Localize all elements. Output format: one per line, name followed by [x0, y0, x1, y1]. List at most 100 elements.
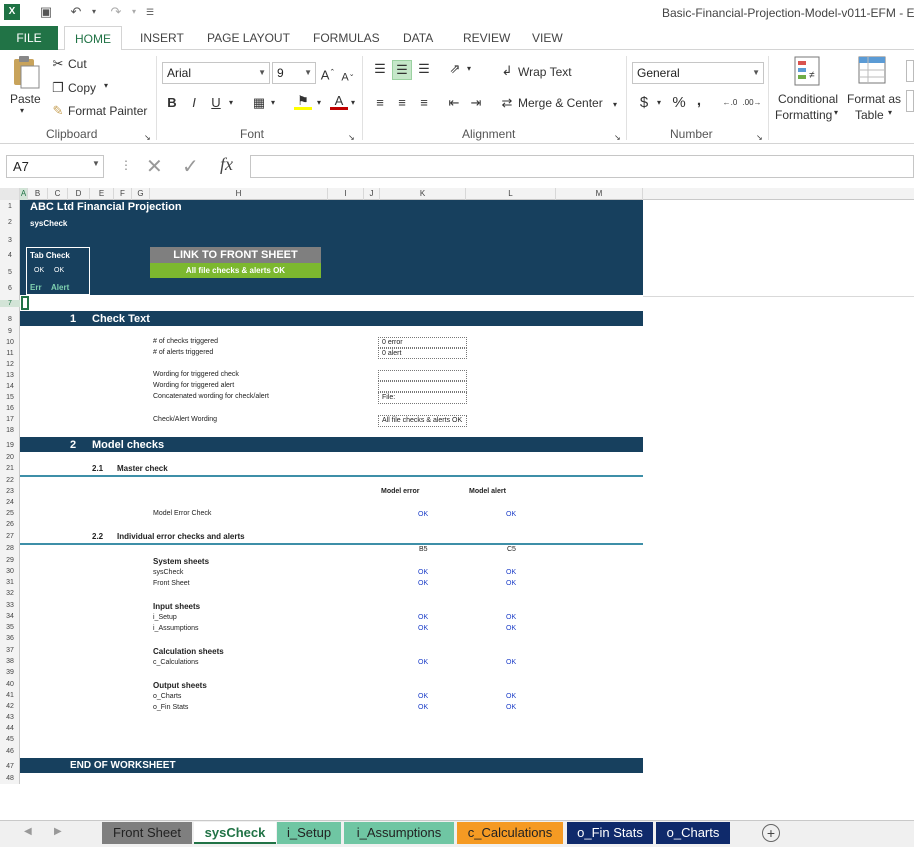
row-header[interactable]: 12 [0, 361, 20, 368]
font-launcher-icon[interactable]: ↘ [348, 129, 355, 147]
row-header[interactable]: 37 [0, 647, 20, 654]
select-all-corner[interactable] [0, 188, 20, 200]
column-header-f[interactable]: F [114, 188, 132, 200]
column-header-j[interactable]: J [364, 188, 380, 200]
name-box-dropdown-icon[interactable]: ▼ [92, 159, 100, 168]
format-table-dropdown-icon[interactable]: ▾ [888, 108, 892, 117]
increase-font-icon[interactable]: A⌃ [320, 64, 336, 84]
tab-formulas[interactable]: FORMULAS [303, 26, 390, 50]
top-align-icon[interactable]: ☰ [370, 60, 390, 78]
column-header-h[interactable]: H [150, 188, 328, 200]
row-header[interactable]: 41 [0, 692, 20, 699]
cell-styles-gallery-2[interactable] [906, 90, 914, 112]
undo-icon[interactable]: ↶ [68, 4, 84, 20]
insert-function-icon[interactable]: fx [220, 154, 233, 175]
conditional-dropdown-icon[interactable]: ▾ [834, 108, 838, 117]
format-painter-button[interactable]: Format Painter [68, 104, 147, 118]
decrease-font-icon[interactable]: A⌄ [340, 66, 356, 87]
column-header-i[interactable]: I [328, 188, 364, 200]
row-header[interactable]: 4 [0, 252, 20, 259]
row-header[interactable]: 33 [0, 602, 20, 609]
row-header[interactable]: 47 [0, 763, 20, 770]
orientation-icon[interactable]: ⇗ [446, 60, 464, 78]
row-header[interactable]: 29 [0, 557, 20, 564]
row-header[interactable]: 24 [0, 499, 20, 506]
tab-page-layout[interactable]: PAGE LAYOUT [197, 26, 300, 50]
wrap-text-button[interactable]: Wrap Text [518, 65, 572, 79]
selected-cell-a7[interactable] [21, 296, 29, 310]
underline-button[interactable]: U [208, 94, 224, 112]
scroll-right-icon[interactable]: ▶ [54, 826, 62, 837]
sheet-tab-c-calculations[interactable]: c_Calculations [457, 822, 563, 844]
row-header[interactable]: 28 [0, 545, 20, 552]
number-launcher-icon[interactable]: ↘ [756, 129, 763, 147]
row-header[interactable]: 8 [0, 316, 20, 323]
row-header[interactable]: 9 [0, 328, 20, 335]
column-header-a[interactable]: A [20, 188, 28, 200]
row-header[interactable]: 32 [0, 590, 20, 597]
customize-qat-icon[interactable]: ☰ [142, 4, 158, 20]
align-center-icon[interactable]: ≡ [392, 94, 412, 112]
tab-view[interactable]: VIEW [522, 26, 573, 50]
row-header[interactable]: 6 [0, 285, 20, 292]
column-header-d[interactable]: D [68, 188, 90, 200]
font-color-dropdown-icon[interactable]: ▾ [348, 94, 358, 112]
row-header[interactable]: 35 [0, 624, 20, 631]
row-header[interactable]: 40 [0, 681, 20, 688]
column-header-k[interactable]: K [380, 188, 466, 200]
borders-dropdown-icon[interactable]: ▾ [268, 94, 278, 112]
middle-align-icon[interactable]: ☰ [392, 60, 412, 80]
decrease-indent-icon[interactable]: ⇤ [444, 94, 464, 112]
sheet-tab-syscheck[interactable]: sysCheck [194, 822, 276, 844]
clipboard-launcher-icon[interactable]: ↘ [144, 129, 151, 147]
percent-button[interactable]: % [670, 94, 688, 112]
row-header[interactable]: 31 [0, 579, 20, 586]
underline-dropdown-icon[interactable]: ▾ [226, 94, 236, 112]
currency-dropdown-icon[interactable]: ▾ [654, 94, 664, 112]
tab-home[interactable]: HOME [64, 26, 122, 51]
sheet-tab-i-setup[interactable]: i_Setup [277, 822, 341, 844]
column-header-g[interactable]: G [132, 188, 150, 200]
enter-icon[interactable]: ✓ [182, 154, 199, 179]
bottom-align-icon[interactable]: ☰ [414, 60, 434, 78]
fill-color-icon[interactable]: ⚑ [294, 92, 312, 110]
scroll-left-icon[interactable]: ◀ [24, 826, 32, 837]
format-as-table-button-line2[interactable]: Table [855, 108, 884, 122]
row-header[interactable]: 45 [0, 736, 20, 743]
row-header[interactable]: 26 [0, 521, 20, 528]
row-header[interactable]: 44 [0, 725, 20, 732]
decrease-decimal-icon[interactable]: .00→ [742, 94, 762, 112]
column-header-c[interactable]: C [48, 188, 68, 200]
redo-icon[interactable]: ↷ [108, 4, 124, 20]
row-header[interactable]: 18 [0, 427, 20, 434]
save-icon[interactable]: ▣ [38, 4, 54, 20]
row-header[interactable]: 5 [0, 269, 20, 276]
row-header[interactable]: 19 [0, 442, 20, 449]
conditional-formatting-button[interactable]: Conditional [778, 92, 838, 106]
font-size-combo[interactable]: 9 ▼ [272, 62, 316, 84]
comma-button[interactable]: , [692, 92, 706, 110]
row-header[interactable]: 38 [0, 658, 20, 665]
row-header[interactable]: 17 [0, 416, 20, 423]
undo-dropdown-icon[interactable]: ▾ [86, 4, 102, 20]
row-header[interactable]: 36 [0, 635, 20, 642]
cut-button[interactable]: Cut [68, 57, 87, 71]
sheet-tab-i-assumptions[interactable]: i_Assumptions [344, 822, 454, 844]
row-header[interactable]: 46 [0, 748, 20, 755]
add-sheet-icon[interactable]: + [762, 824, 780, 842]
column-header-e[interactable]: E [90, 188, 114, 200]
increase-decimal-icon[interactable]: ←.0 [720, 94, 740, 112]
row-header[interactable]: 43 [0, 714, 20, 721]
bold-button[interactable]: B [164, 94, 180, 112]
row-header[interactable]: 39 [0, 669, 20, 676]
tab-insert[interactable]: INSERT [130, 26, 194, 50]
row-header[interactable]: 42 [0, 703, 20, 710]
sheet-tab-o-charts[interactable]: o_Charts [656, 822, 730, 844]
link-to-front-sheet-button[interactable]: LINK TO FRONT SHEET [150, 247, 321, 263]
paste-dropdown-icon[interactable]: ▾ [20, 106, 24, 115]
font-color-icon[interactable]: A [330, 92, 348, 110]
row-header[interactable]: 20 [0, 454, 20, 461]
paste-button[interactable]: Paste [10, 92, 41, 106]
row-header[interactable]: 25 [0, 510, 20, 517]
row-header[interactable]: 13 [0, 372, 20, 379]
